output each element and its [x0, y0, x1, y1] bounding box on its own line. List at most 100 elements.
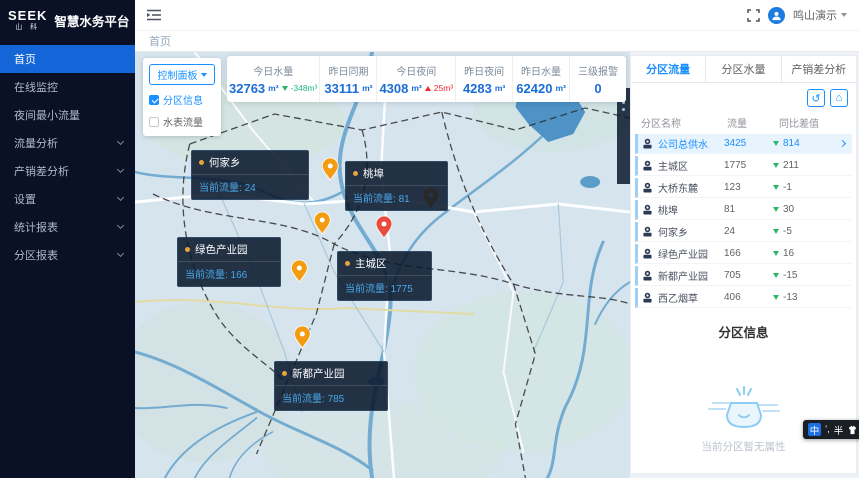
map-tooltip: 何家乡 当前流量: 24: [191, 150, 309, 200]
stat-card-tonight: 今日夜间 4308 m³ 25m³: [377, 56, 456, 102]
zone-icon: [641, 181, 654, 194]
breadcrumb: 首页: [135, 30, 859, 52]
layer-option-meter-flow[interactable]: 水表流量: [149, 114, 215, 129]
down-arrow-icon: [773, 229, 779, 234]
stat-card-last-night: 昨日夜间 4283 m³: [456, 56, 513, 102]
ime-language-button[interactable]: 中: [808, 423, 821, 436]
app-logo: SEEK 山 科 智慧水务平台: [0, 0, 135, 41]
sidebar-item-night-min-flow[interactable]: 夜间最小流量: [0, 101, 135, 129]
sidebar-nav: 首页 在线监控 夜间最小流量 流量分析 产销差分析 设置 统计报表 分区报表: [0, 45, 135, 269]
ime-skin-icon[interactable]: [847, 425, 858, 435]
table-row[interactable]: 新都产业园 705 -15: [635, 266, 852, 286]
sidebar-item-flow-analysis[interactable]: 流量分析: [0, 129, 135, 157]
main-area: 鸣山演示 首页: [135, 0, 859, 478]
ime-toolbar: 中 ’, 半: [803, 420, 859, 439]
ime-punctuation-button[interactable]: ’,: [825, 424, 830, 435]
map-tooltip: 新都产业园 当前流量: 785: [274, 361, 388, 411]
sidebar-item-zone-report[interactable]: 分区报表: [0, 241, 135, 269]
content: 今日水量 32763 m³ -348m³ 昨日同期 33111 m³: [135, 52, 859, 478]
chevron-down-icon: [117, 250, 124, 257]
sidebar-item-online-monitor[interactable]: 在线监控: [0, 73, 135, 101]
down-arrow-icon: [773, 141, 779, 146]
zone-table: 公司总供水 3425 814 主城区 1775 211 大桥东麓 123 -1: [631, 134, 856, 310]
table-row[interactable]: 何家乡 24 -5: [635, 222, 852, 242]
stat-card-yesterday-volume: 昨日水量 62420 m³: [513, 56, 570, 102]
down-arrow-icon: [773, 273, 779, 278]
tab-zone-volume[interactable]: 分区水量: [706, 56, 781, 82]
map-canvas[interactable]: 今日水量 32763 m³ -348m³ 昨日同期 33111 m³: [135, 52, 630, 478]
user-menu[interactable]: 鸣山演示: [793, 7, 847, 23]
zone-info-empty-text: 当前分区暂无属性: [702, 439, 786, 454]
zone-icon: [641, 247, 654, 260]
chevron-right-icon: [839, 140, 846, 147]
fullscreen-icon[interactable]: [747, 9, 760, 22]
home-button[interactable]: ⌂: [830, 89, 848, 107]
down-arrow-icon: [773, 185, 779, 190]
chevron-down-icon: [117, 138, 124, 145]
down-arrow-icon: [773, 295, 779, 300]
empty-box-icon: [707, 381, 781, 433]
home-icon: ⌂: [836, 92, 843, 104]
caret-down-icon: [201, 73, 207, 77]
zone-icon: [641, 159, 654, 172]
app-title: 智慧水务平台: [54, 11, 129, 30]
logo-text: SEEK: [8, 9, 47, 22]
ime-halfwidth-button[interactable]: 半: [834, 423, 844, 437]
down-arrow-icon: [773, 251, 779, 256]
control-panel-button[interactable]: 控制面板: [149, 64, 215, 85]
zone-icon: [641, 269, 654, 282]
marker-dot-icon: [199, 160, 204, 165]
map-tooltip: 桃埠 当前流量: 81: [345, 161, 448, 211]
clipped-tooltip: [617, 88, 630, 184]
zone-icon: [641, 137, 654, 150]
checkbox-unchecked-icon[interactable]: [149, 117, 159, 127]
stat-card-yesterday-same-period: 昨日同期 33111 m³: [320, 56, 377, 102]
table-row[interactable]: 绿色产业园 166 16: [635, 244, 852, 264]
logo-mark-icon: SEEK 山 科: [8, 9, 47, 31]
top-header: 鸣山演示: [135, 0, 859, 30]
sidebar-item-nrw-analysis[interactable]: 产销差分析: [0, 157, 135, 185]
sidebar-item-settings[interactable]: 设置: [0, 185, 135, 213]
map-tooltip: 主城区 当前流量: 1775: [337, 251, 432, 301]
stat-card-level3-alarm: 三级报警 0: [570, 56, 626, 102]
caret-down-icon: [841, 13, 847, 17]
table-header: 分区名称 流量 同比差值: [631, 111, 856, 134]
zone-info-title: 分区信息: [718, 322, 768, 341]
trend-up-icon: [425, 86, 431, 91]
logo-subtext: 山 科: [15, 24, 40, 31]
marker-dot-icon: [185, 247, 190, 252]
undo-icon: ↺: [811, 92, 820, 105]
sidebar-item-home[interactable]: 首页: [0, 45, 135, 73]
table-row[interactable]: 桃埠 81 30: [635, 200, 852, 220]
marker-dot-icon: [345, 261, 350, 266]
zone-info-section: 分区信息 当前分区暂无属性: [631, 310, 856, 473]
sidebar: SEEK 山 科 智慧水务平台 首页 在线监控 夜间最小流量 流量分析 产销差分…: [0, 0, 135, 478]
stats-bar: 今日水量 32763 m³ -348m³ 昨日同期 33111 m³: [227, 56, 626, 102]
sidebar-collapse-icon[interactable]: [147, 9, 161, 21]
layer-option-zone-info[interactable]: 分区信息: [149, 92, 215, 107]
map-control-panel: 控制面板 分区信息 水表流量: [143, 58, 221, 136]
chevron-down-icon: [117, 222, 124, 229]
zone-icon: [641, 203, 654, 216]
table-row[interactable]: 主城区 1775 211: [635, 156, 852, 176]
zone-panel-tabs: 分区流量 分区水量 产销差分析: [631, 56, 856, 83]
tab-zone-flow[interactable]: 分区流量: [631, 56, 706, 82]
marker-dot-icon: [282, 371, 287, 376]
checkbox-checked-icon[interactable]: [149, 95, 159, 105]
table-row[interactable]: 大桥东麓 123 -1: [635, 178, 852, 198]
down-arrow-icon: [773, 207, 779, 212]
map-tooltip: 绿色产业园 当前流量: 166: [177, 237, 281, 287]
down-arrow-icon: [773, 163, 779, 168]
zone-panel: 分区流量 分区水量 产销差分析 ↺ ⌂ 分区名称 流量 同比差值 公司总供水 3…: [630, 55, 857, 474]
sidebar-item-statistics-report[interactable]: 统计报表: [0, 213, 135, 241]
marker-dot-icon: [353, 171, 358, 176]
zone-icon: [641, 225, 654, 238]
table-row[interactable]: 公司总供水 3425 814: [635, 134, 852, 154]
tab-nrw-analysis[interactable]: 产销差分析: [782, 56, 856, 82]
user-avatar[interactable]: [768, 7, 785, 24]
zone-icon: [641, 291, 654, 304]
trend-down-icon: [282, 86, 288, 91]
table-row[interactable]: 西乙烟草 406 -13: [635, 288, 852, 308]
undo-button[interactable]: ↺: [807, 89, 825, 107]
chevron-down-icon: [117, 166, 124, 173]
